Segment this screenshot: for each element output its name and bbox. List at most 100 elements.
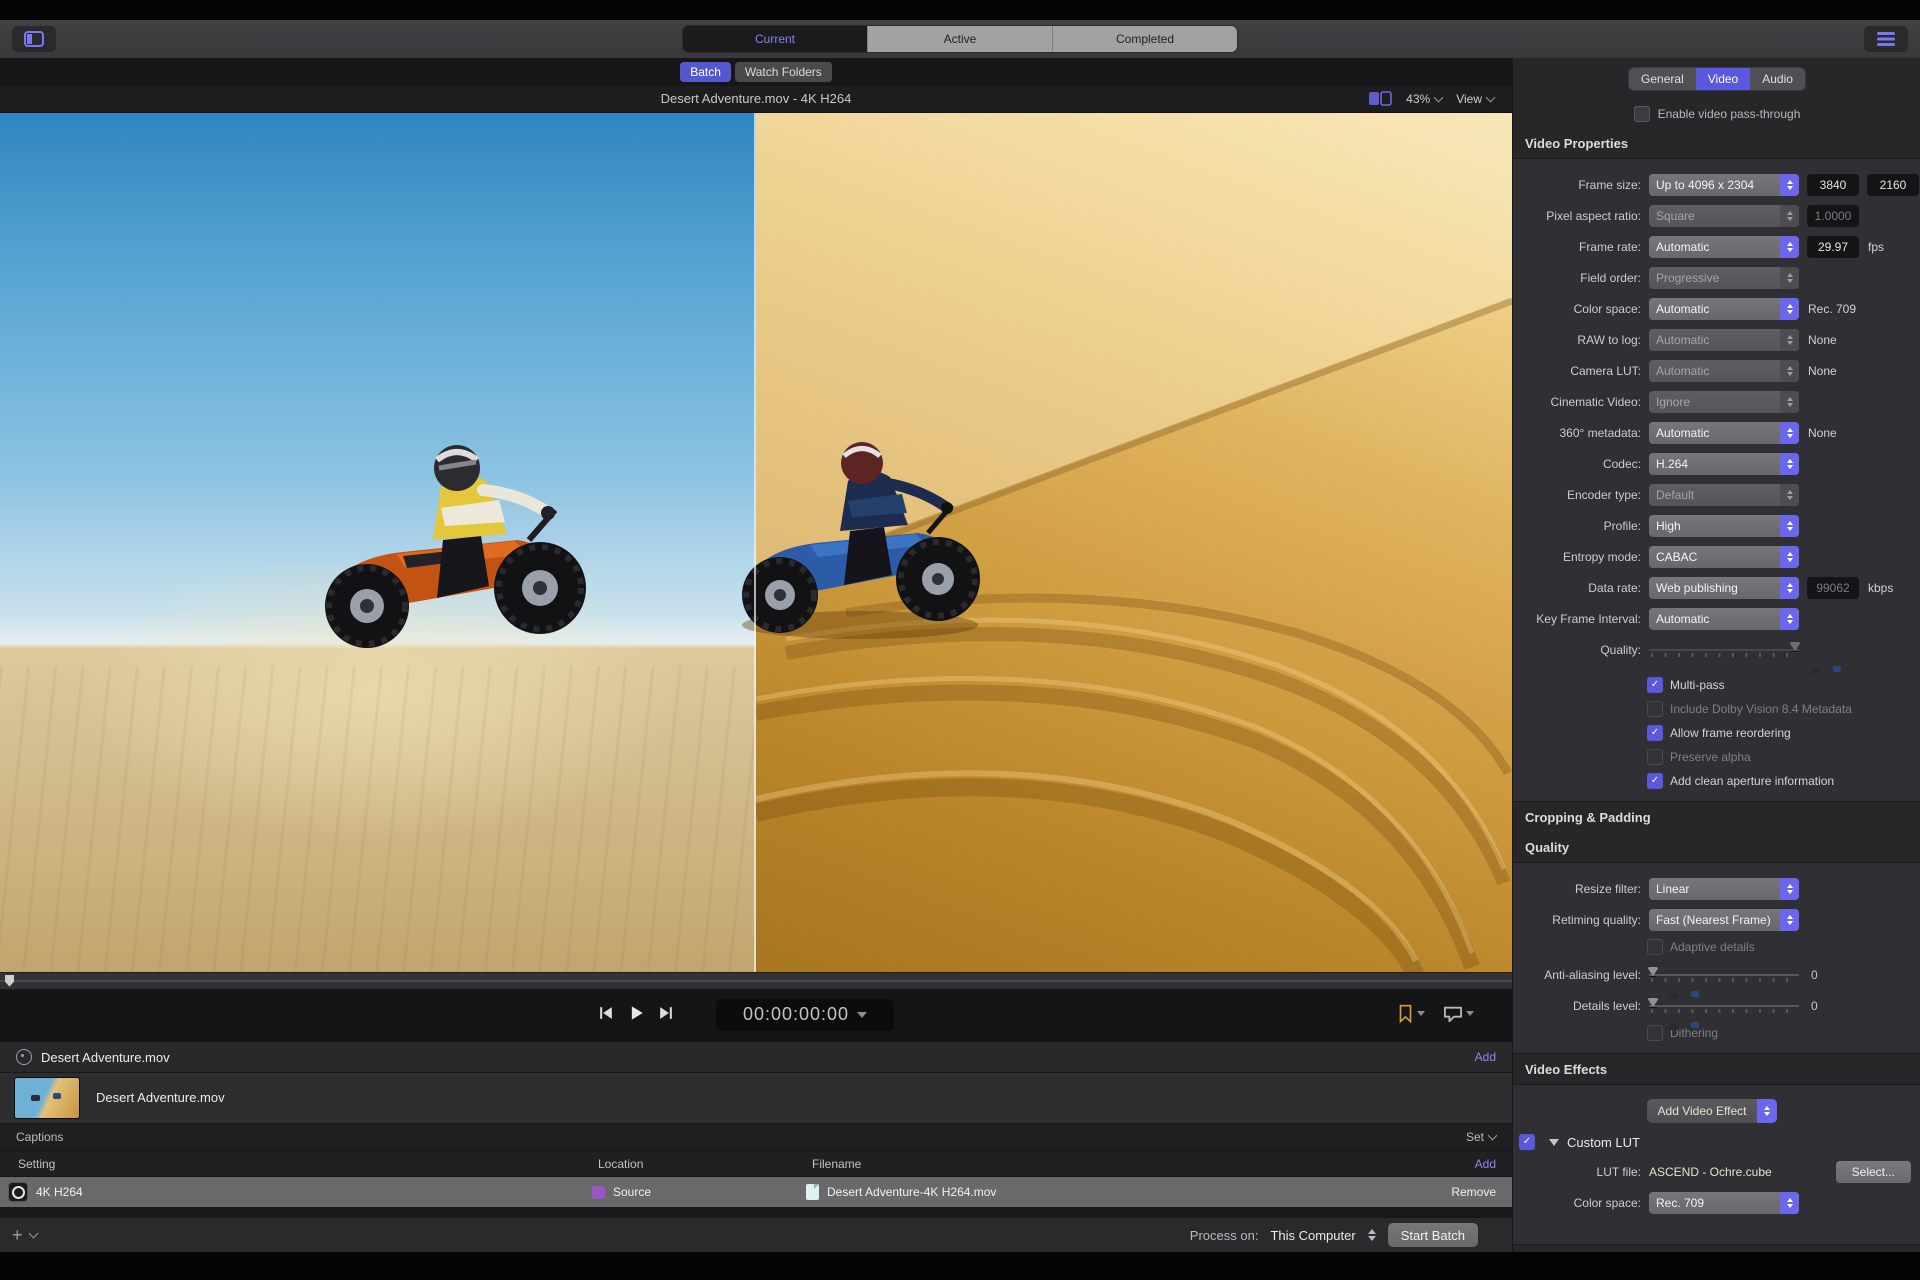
checkbox-row: Include Dolby Vision 8.4 Metadata (1647, 697, 1920, 721)
process-target-dropdown[interactable]: This Computer (1270, 1228, 1355, 1243)
chevron-updown-icon (1780, 878, 1799, 900)
value-field[interactable]: 2160 (1867, 174, 1919, 196)
chevron-updown-icon (1780, 608, 1799, 630)
quality-slider[interactable] (1649, 642, 1799, 658)
checkbox-row: ✓Add clean aperture information (1647, 769, 1920, 793)
property-row: Resize filter:Linear (1513, 873, 1920, 904)
value-field[interactable]: 3840 (1807, 174, 1859, 196)
chevron-updown-icon (1780, 1192, 1799, 1214)
dropdown-pixel-aspect-ratio[interactable]: Square (1649, 205, 1799, 227)
output-row-selected[interactable]: 4K H264 Source Desert Adventure-4K H264.… (0, 1177, 1512, 1207)
select-lut-button[interactable]: Select... (1836, 1161, 1911, 1183)
property-row: Cinematic Video:Ignore (1513, 386, 1920, 417)
video-effects-header[interactable]: Video Effects (1513, 1054, 1920, 1084)
slider-details-level[interactable] (1649, 998, 1799, 1014)
dropdown-data-rate[interactable]: Web publishing (1649, 577, 1799, 599)
batch-group-header[interactable]: Desert Adventure.mov Add (0, 1042, 1512, 1073)
dropdown-360-metadata[interactable]: Automatic (1649, 422, 1799, 444)
toggle-preview-sidebar-button[interactable] (12, 26, 56, 52)
checkbox-row: Dithering (1647, 1021, 1920, 1045)
property-row: Field order:Progressive (1513, 262, 1920, 293)
property-row: Data rate:Web publishing99062kbps (1513, 572, 1920, 603)
pass-through-label: Enable video pass-through (1658, 107, 1801, 121)
start-batch-button[interactable]: Start Batch (1388, 1223, 1478, 1247)
annotation-menu[interactable] (1443, 1005, 1474, 1023)
tab-completed[interactable]: Completed (1052, 26, 1237, 52)
dropdown-cinematic-video[interactable]: Ignore (1649, 391, 1799, 413)
value-field[interactable]: 99062 (1807, 577, 1859, 599)
checkbox-adaptive-details[interactable] (1647, 939, 1663, 955)
quality-header[interactable]: Quality (1513, 832, 1920, 862)
checkbox-add-clean-aperture-information[interactable]: ✓ (1647, 773, 1663, 789)
captions-set-dropdown[interactable]: Set (1466, 1130, 1496, 1144)
job-row[interactable]: Desert Adventure.mov (0, 1073, 1512, 1124)
dropdown-retiming-quality[interactable]: Fast (Nearest Frame) (1649, 909, 1799, 931)
tab-watch-folders[interactable]: Watch Folders (735, 62, 832, 82)
chevron-updown-icon (1780, 422, 1799, 444)
tab-general[interactable]: General (1629, 68, 1696, 90)
chevron-updown-icon (1780, 453, 1799, 475)
dropdown-field-order[interactable]: Progressive (1649, 267, 1799, 289)
play-button[interactable] (626, 1003, 646, 1023)
captions-row[interactable]: Captions Set (0, 1124, 1512, 1151)
dropdown-color-space[interactable]: Automatic (1649, 298, 1799, 320)
bookmark-icon (1397, 1004, 1414, 1024)
lut-color-space-dropdown[interactable]: Rec. 709 (1649, 1192, 1799, 1214)
tab-active[interactable]: Active (867, 26, 1052, 52)
tab-audio[interactable]: Audio (1750, 68, 1805, 90)
next-frame-button[interactable] (656, 1003, 676, 1023)
value-field[interactable]: 29.97 (1807, 236, 1859, 258)
timeline-scrubber[interactable] (0, 972, 1512, 989)
window-top-strip (0, 0, 1920, 20)
remove-output-button[interactable]: Remove (1451, 1185, 1496, 1199)
dropdown-frame-rate[interactable]: Automatic (1649, 236, 1799, 258)
dropdown-frame-size[interactable]: Up to 4096 x 2304 (1649, 174, 1799, 196)
custom-lut-checkbox[interactable]: ✓ (1519, 1134, 1535, 1150)
value-field[interactable]: 1.0000 (1807, 205, 1859, 227)
dropdown-codec[interactable]: H.264 (1649, 453, 1799, 475)
checkbox-allow-frame-reordering[interactable]: ✓ (1647, 725, 1663, 741)
timecode-display[interactable]: 00:00:00:00 (716, 999, 894, 1031)
disclosure-triangle-icon[interactable] (1549, 1139, 1559, 1146)
tab-video[interactable]: Video (1696, 68, 1750, 90)
dropdown-camera-lut[interactable]: Automatic (1649, 360, 1799, 382)
checkbox-include-dolby-vision-8-4-metadata[interactable] (1647, 701, 1663, 717)
add-video-effect-button[interactable]: Add Video Effect (1647, 1099, 1777, 1123)
checkbox-multi-pass[interactable]: ✓ (1647, 677, 1663, 693)
property-label: Quality: (1513, 643, 1649, 657)
tab-batch[interactable]: Batch (680, 62, 731, 82)
speech-bubble-icon (1443, 1005, 1463, 1023)
cropping-padding-header[interactable]: Cropping & Padding (1513, 802, 1920, 832)
zoom-level-dropdown[interactable]: 43% (1406, 92, 1442, 106)
compare-split-icon[interactable] (1368, 91, 1392, 106)
dropdown-entropy-mode[interactable]: CABAC (1649, 546, 1799, 568)
toggle-inspector-button[interactable] (1864, 26, 1908, 52)
checkbox-preserve-alpha[interactable] (1647, 749, 1663, 765)
comparison-split-handle[interactable] (754, 113, 756, 972)
view-dropdown[interactable]: View (1456, 92, 1494, 106)
marker-menu[interactable] (1397, 1004, 1425, 1024)
slider-anti-aliasing-level[interactable] (1649, 967, 1799, 983)
chevron-updown-icon (1780, 174, 1799, 196)
dropdown-key-frame-interval[interactable]: Automatic (1649, 608, 1799, 630)
add-job-button[interactable]: Add (1475, 1050, 1496, 1064)
add-item-button[interactable]: + (12, 1226, 23, 1244)
pass-through-checkbox[interactable] (1634, 106, 1650, 122)
previous-frame-button[interactable] (596, 1003, 616, 1023)
playhead-marker[interactable] (5, 975, 14, 987)
stepper-icon[interactable] (1368, 1229, 1376, 1241)
lut-file-value: ASCEND - Ochre.cube (1649, 1165, 1772, 1179)
property-label: Field order: (1513, 271, 1649, 285)
property-label: Camera LUT: (1513, 364, 1649, 378)
dropdown-resize-filter[interactable]: Linear (1649, 878, 1799, 900)
add-output-button[interactable]: Add (1475, 1157, 1496, 1171)
dropdown-encoder-type[interactable]: Default (1649, 484, 1799, 506)
batch-mode-strip: Batch Watch Folders (0, 58, 1512, 86)
chevron-down-icon[interactable] (28, 1228, 38, 1238)
checkbox-dithering[interactable] (1647, 1025, 1663, 1041)
tab-current[interactable]: Current (683, 26, 867, 52)
dropdown-profile[interactable]: High (1649, 515, 1799, 537)
suffix-label: Rec. 709 (1808, 302, 1856, 316)
property-row: Pixel aspect ratio:Square1.0000 (1513, 200, 1920, 231)
dropdown-raw-to-log[interactable]: Automatic (1649, 329, 1799, 351)
